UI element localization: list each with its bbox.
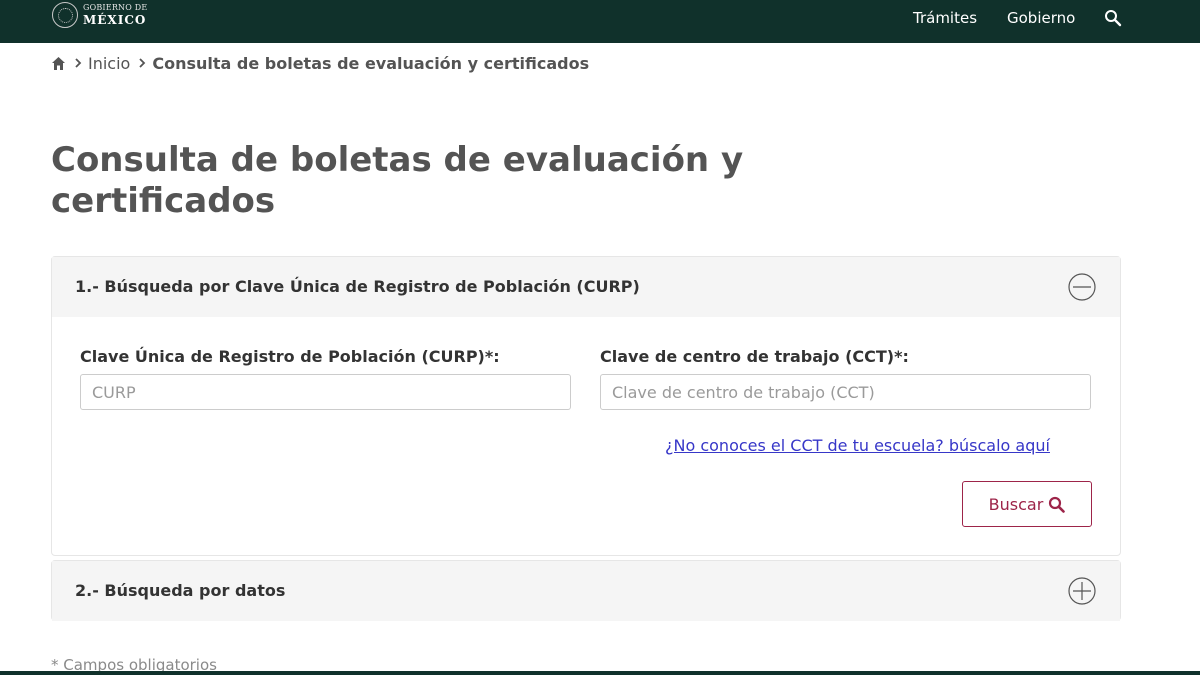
nav-link-tramites[interactable]: Trámites <box>913 9 977 27</box>
curp-panel-title: 1.- Búsqueda por Clave Única de Registro… <box>75 277 640 296</box>
cct-input[interactable] <box>600 374 1091 410</box>
curp-input[interactable] <box>80 374 571 410</box>
curp-panel-header[interactable]: 1.- Búsqueda por Clave Única de Registro… <box>52 257 1120 317</box>
nav-link-gobierno[interactable]: Gobierno <box>1007 9 1075 27</box>
search-icon[interactable] <box>1104 9 1122 27</box>
home-icon[interactable] <box>51 56 66 71</box>
top-navbar: GOBIERNO DE MÉXICO Trámites Gobierno <box>0 0 1200 43</box>
minus-circle-icon[interactable] <box>1068 273 1096 301</box>
data-panel-title: 2.- Búsqueda por datos <box>75 581 286 600</box>
data-search-panel: 2.- Búsqueda por datos <box>51 560 1121 621</box>
logo-big-text: MÉXICO <box>83 13 147 27</box>
breadcrumb-current: Consulta de boletas de evaluación y cert… <box>152 53 590 73</box>
buscar-button-label: Buscar <box>988 494 1044 514</box>
gobierno-logo[interactable]: GOBIERNO DE MÉXICO <box>52 2 147 28</box>
logo-small-text: GOBIERNO DE <box>83 3 148 12</box>
cct-label: Clave de centro de trabajo (CCT)*: <box>600 347 909 366</box>
search-icon <box>1049 496 1066 513</box>
page-title: Consulta de boletas de evaluación y cert… <box>51 140 744 221</box>
bottom-bar <box>0 671 1200 675</box>
chevron-right-icon <box>75 58 82 68</box>
breadcrumb-inicio[interactable]: Inicio <box>88 54 130 73</box>
plus-circle-icon[interactable] <box>1068 577 1096 605</box>
seal-icon <box>52 2 78 28</box>
breadcrumb: Inicio Consulta de boletas de evaluación… <box>51 52 589 74</box>
data-panel-header[interactable]: 2.- Búsqueda por datos <box>52 561 1120 621</box>
curp-label: Clave Única de Registro de Población (CU… <box>80 347 500 366</box>
buscar-button[interactable]: Buscar <box>962 481 1092 527</box>
find-cct-link[interactable]: ¿No conoces el CCT de tu escuela? búscal… <box>665 436 1050 455</box>
chevron-right-icon <box>139 58 146 68</box>
curp-search-panel: 1.- Búsqueda por Clave Única de Registro… <box>51 256 1121 556</box>
